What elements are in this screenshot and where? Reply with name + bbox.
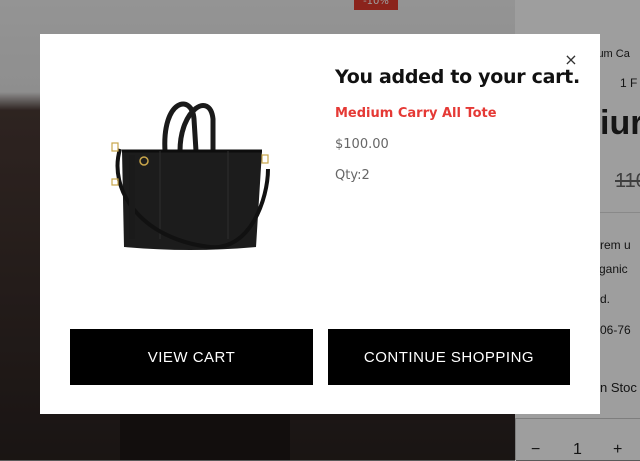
product-quantity: Qty:2 xyxy=(335,168,370,183)
continue-shopping-button[interactable]: CONTINUE SHOPPING xyxy=(328,329,570,385)
product-price: $100.00 xyxy=(335,137,389,152)
tote-bag-image xyxy=(111,101,270,250)
view-cart-button[interactable]: VIEW CART xyxy=(70,329,313,385)
modal-heading: You added to your cart. xyxy=(335,66,580,88)
product-name-link[interactable]: Medium Carry All Tote xyxy=(335,106,497,121)
added-to-cart-modal: × You added to your cart. Medium Carry A… xyxy=(40,34,600,414)
